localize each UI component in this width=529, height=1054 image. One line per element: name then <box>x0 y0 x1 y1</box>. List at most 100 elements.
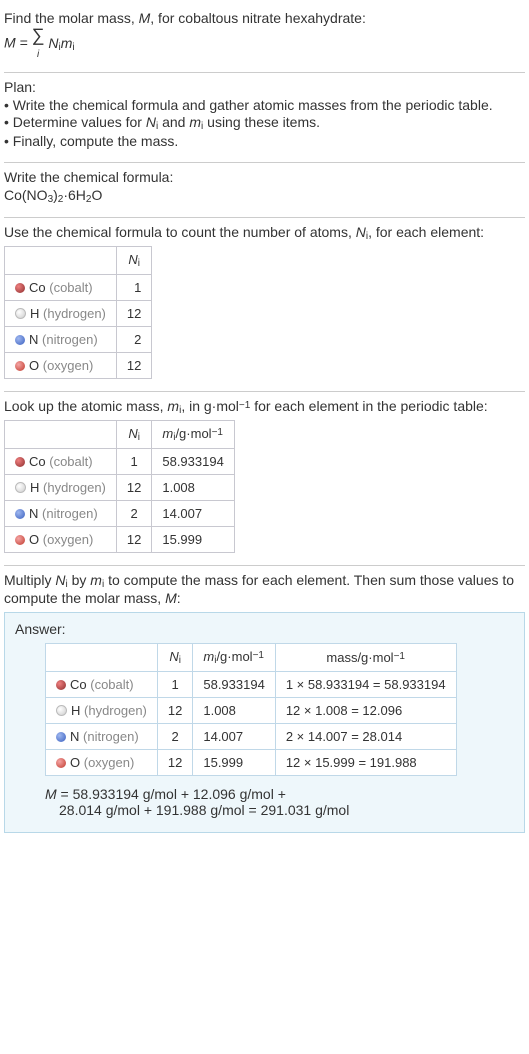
ans-h-Ni: Ni <box>157 644 192 672</box>
atom-icon <box>15 457 25 467</box>
h-N: N <box>128 252 137 267</box>
mass-sup: −1 <box>239 400 250 411</box>
table-row: O (oxygen) 12 15.999 12 × 15.999 = 191.9… <box>46 750 457 776</box>
n-cell: 12 <box>116 353 151 379</box>
sigma-icon: ∑i <box>32 28 45 60</box>
n-cell: 12 <box>116 301 151 327</box>
mh-N: N <box>128 426 137 441</box>
element-cell: O (oxygen) <box>46 750 158 776</box>
el-sym: O <box>29 532 39 547</box>
mult-m: m <box>90 572 102 588</box>
plan-item: • Determine values for Ni and mi using t… <box>4 114 525 132</box>
m-cell: 14.007 <box>193 724 275 750</box>
mass-cell: 12 × 1.008 = 12.096 <box>275 698 456 724</box>
mass-table: Ni mi/g·mol−1 Co (cobalt) 1 58.933194 H … <box>4 420 235 553</box>
el-sym: H <box>30 480 39 495</box>
n-cell: 2 <box>157 724 192 750</box>
el-sym: H <box>71 703 80 718</box>
element-cell: Co (cobalt) <box>5 275 117 301</box>
el-name: (oxygen) <box>43 532 94 547</box>
plan-mi: mi <box>189 114 203 130</box>
element-cell: N (nitrogen) <box>46 724 158 750</box>
atom-icon <box>15 361 25 371</box>
element-cell: O (oxygen) <box>5 353 117 379</box>
ans-h-blank <box>46 644 158 672</box>
el-sym: N <box>29 332 38 347</box>
ans-M: M <box>45 786 57 802</box>
mass-title: Look up the atomic mass, mi, in g·mol−1 … <box>4 398 525 416</box>
table-row: O (oxygen) 12 15.999 <box>5 527 235 553</box>
mult-Ni: Ni <box>55 572 67 588</box>
count-table: Ni Co (cobalt) 1 H (hydrogen) 12 N (nitr… <box>4 246 152 379</box>
ah-N-sub: i <box>179 655 181 666</box>
sigma-index: i <box>37 49 39 60</box>
table-row: N (nitrogen) 2 14.007 2 × 14.007 = 28.01… <box>46 724 457 750</box>
el-sym: N <box>70 729 79 744</box>
mh-sup: −1 <box>212 427 223 438</box>
answer-table: Ni mi/g·mol−1 mass/g·mol−1 Co (cobalt) 1… <box>45 643 457 776</box>
n-cell: 1 <box>116 449 151 475</box>
n-cell: 12 <box>116 527 151 553</box>
mult-a: Multiply <box>4 572 55 588</box>
mult-b: by <box>68 572 91 588</box>
ans-Ml2: 28.014 g/mol + 191.988 g/mol = 291.031 g… <box>59 802 349 818</box>
atom-icon <box>56 705 67 716</box>
plan-list: • Write the chemical formula and gather … <box>4 97 525 149</box>
chem-f1: Co(NO <box>4 187 48 203</box>
multiply-line: Multiply Ni by mi to compute the mass fo… <box>4 572 525 606</box>
element-cell: H (hydrogen) <box>5 301 117 327</box>
n-cell: 12 <box>157 750 192 776</box>
atom-icon <box>15 509 25 519</box>
m-cell: 1.008 <box>193 698 275 724</box>
mass-title-c: for each element in the periodic table: <box>250 398 487 414</box>
answer-M-line1: M = 58.933194 g/mol + 12.096 g/mol + <box>45 786 514 802</box>
mult-d: : <box>177 590 181 606</box>
n-cell: 1 <box>157 672 192 698</box>
plan-item2-pre: • Determine values for <box>4 114 146 130</box>
count-title-b: , for each element: <box>368 224 484 240</box>
mult-N: N <box>55 572 65 588</box>
answer-box: Answer: Ni mi/g·mol−1 mass/g·mol−1 Co (c… <box>4 612 525 833</box>
plan-item: • Write the chemical formula and gather … <box>4 97 525 113</box>
n-cell: 2 <box>116 327 151 353</box>
chem-section: Write the chemical formula: Co(NO3)2·6H2… <box>4 163 525 218</box>
intro-N: N <box>48 35 58 51</box>
n-cell: 2 <box>116 501 151 527</box>
table-row: Ni <box>5 247 152 275</box>
intro-m-sub: i <box>72 42 74 53</box>
mass-h-mi: mi/g·mol−1 <box>152 421 234 449</box>
table-row: H (hydrogen) 12 <box>5 301 152 327</box>
table-row: Ni mi/g·mol−1 <box>5 421 235 449</box>
mass-h-Ni: Ni <box>116 421 151 449</box>
n-cell: 12 <box>116 475 151 501</box>
element-cell: Co (cobalt) <box>5 449 117 475</box>
el-name: (nitrogen) <box>83 729 139 744</box>
mult-M: M <box>165 590 177 606</box>
answer-label: Answer: <box>15 621 514 637</box>
plan-title: Plan: <box>4 79 525 95</box>
answer-inner: Ni mi/g·mol−1 mass/g·mol−1 Co (cobalt) 1… <box>45 643 514 818</box>
el-sym: O <box>29 358 39 373</box>
mass-cell: 1 × 58.933194 = 58.933194 <box>275 672 456 698</box>
table-row: Co (cobalt) 1 58.933194 1 × 58.933194 = … <box>46 672 457 698</box>
el-name: (oxygen) <box>43 358 94 373</box>
el-name: (nitrogen) <box>42 506 98 521</box>
el-sym: Co <box>70 677 87 692</box>
atom-icon <box>15 335 25 345</box>
chem-title: Write the chemical formula: <box>4 169 525 185</box>
element-cell: N (nitrogen) <box>5 327 117 353</box>
ah-N: N <box>169 649 178 664</box>
element-cell: H (hydrogen) <box>5 475 117 501</box>
atom-icon <box>15 482 26 493</box>
mass-h-blank <box>5 421 117 449</box>
count-h-Ni: Ni <box>116 247 151 275</box>
chem-f4: O <box>91 187 102 203</box>
plan-Ni: Ni <box>146 114 158 130</box>
count-title-a: Use the chemical formula to count the nu… <box>4 224 356 240</box>
ah-mass: mass/g·mol <box>326 650 393 665</box>
sigma-symbol: ∑ <box>32 25 45 45</box>
m-cell: 1.008 <box>152 475 234 501</box>
element-cell: Co (cobalt) <box>46 672 158 698</box>
el-sym: H <box>30 306 39 321</box>
m-cell: 15.999 <box>193 750 275 776</box>
